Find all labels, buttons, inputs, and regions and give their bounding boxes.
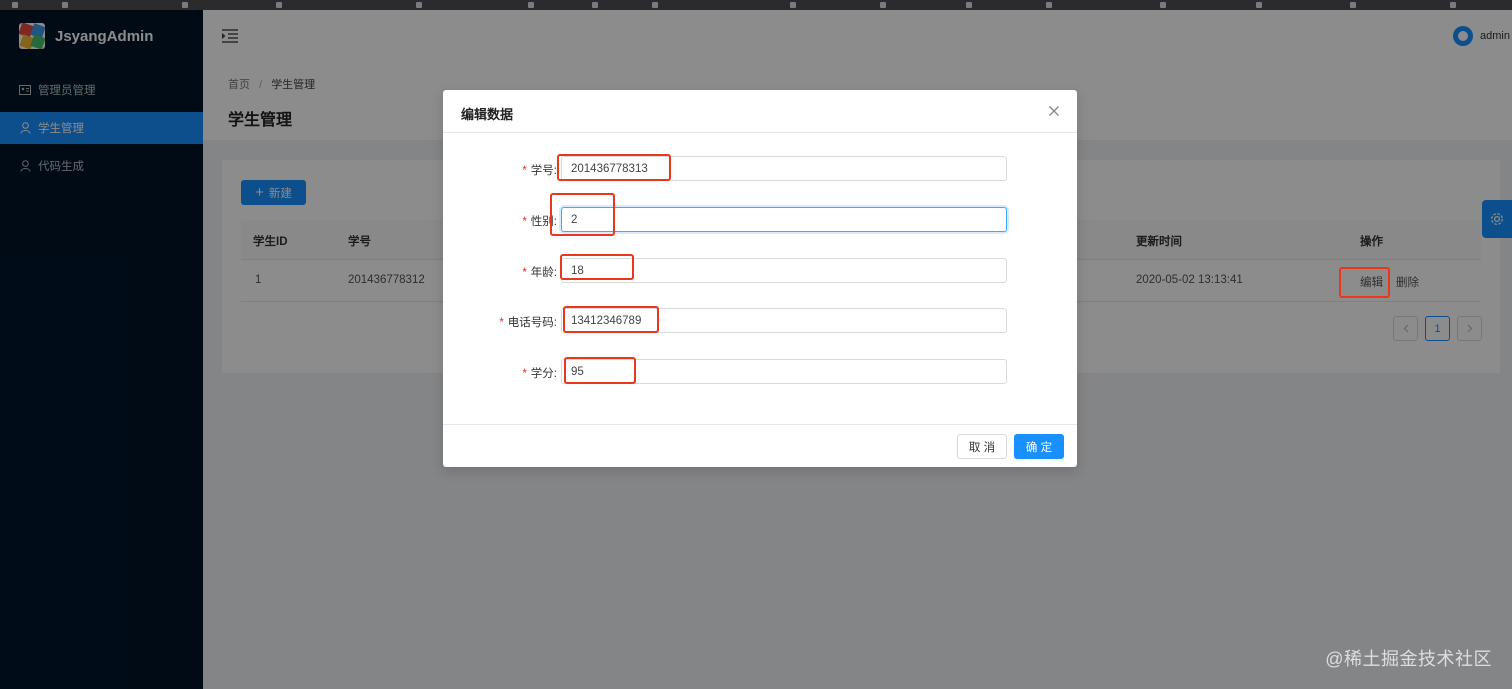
required-mark: * [522, 267, 527, 279]
field-label-text: 性别 [530, 216, 554, 228]
student-number-input[interactable] [561, 156, 1007, 181]
confirm-button[interactable]: 确 定 [1014, 434, 1064, 459]
edit-data-modal: 编辑数据 *学号: *性别: *年龄: *电话号码: *学分: 取 消 确 定 [443, 90, 1077, 467]
field-label: * 电话号码: [499, 317, 557, 329]
required-mark: * [522, 165, 527, 177]
field-label-text: 学号 [530, 165, 554, 177]
age-input[interactable] [561, 258, 1007, 283]
form-row-phone: * 电话号码: [443, 308, 1077, 334]
form-row-gender: * 性别: [443, 207, 1077, 233]
form-row-credits: * 学分: [443, 359, 1077, 385]
required-mark: * [499, 317, 504, 329]
field-label: * 学号: [522, 165, 557, 177]
modal-footer: 取 消 确 定 [443, 424, 1077, 467]
modal-header: 编辑数据 [443, 90, 1077, 133]
phone-input[interactable] [561, 308, 1007, 333]
required-mark: * [522, 216, 527, 228]
field-label: * 学分: [522, 368, 557, 380]
gender-input[interactable] [561, 207, 1007, 232]
required-mark: * [522, 368, 527, 380]
cancel-button[interactable]: 取 消 [957, 434, 1007, 459]
field-label-text: 电话号码 [507, 317, 554, 329]
form-row-student-number: * 学号: [443, 156, 1077, 182]
form-row-age: * 年龄: [443, 258, 1077, 284]
field-label: * 年龄: [522, 267, 557, 279]
modal-title: 编辑数据 [461, 107, 514, 122]
field-label-text: 学分 [530, 368, 554, 380]
watermark: @稀土掘金技术社区 [1325, 649, 1492, 669]
field-label: * 性别: [522, 216, 557, 228]
os-menu-strip [0, 0, 1512, 10]
field-label-text: 年龄 [530, 267, 554, 279]
close-icon[interactable] [1047, 104, 1061, 118]
credits-input[interactable] [561, 359, 1007, 384]
